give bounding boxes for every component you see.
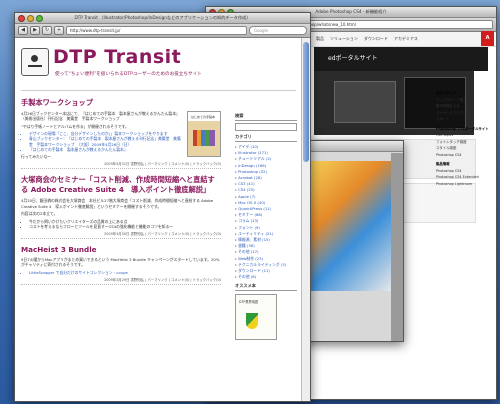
site-title[interactable]: DTP Transit	[53, 46, 181, 68]
forward-icon[interactable]: ▶	[30, 26, 40, 35]
dtp-window-title: DTP Transit （Illustrator/Photoshop/InDes…	[74, 15, 251, 20]
blog-post: 大塚商会のセミナー「コスト削減、作成時間短縮へと直結する Adobe Creat…	[21, 175, 221, 240]
dtp-titlebar[interactable]: DTP Transit （Illustrator/Photoshop/InDes…	[15, 13, 310, 24]
photoshop-window[interactable]	[296, 140, 404, 342]
layers-panel[interactable]	[391, 153, 403, 341]
post-link[interactable]: LittleSnapper で自分だけのサイトコレクション : coupe	[29, 270, 221, 275]
adobe-side-link[interactable]: サポート	[436, 116, 494, 123]
post-title[interactable]: 大塚商会のセミナー「コスト削減、作成時間短縮へと直結する Adobe Creat…	[21, 175, 221, 195]
post-link-list: LittleSnapper で自分だけのサイトコレクション : coupe	[21, 270, 221, 275]
search-heading: 検索	[235, 113, 297, 121]
adobe-nav-item[interactable]: アカデミアス	[394, 36, 418, 42]
adobe-side-link[interactable]: Photoshop CS4	[436, 152, 494, 159]
vertical-scrollbar[interactable]	[301, 38, 310, 401]
adobe-sidebar: 次のステップ アップグレード購入 販売情報を入手 ライセンスプログラム サポート…	[436, 87, 494, 187]
post-meta[interactable]: 2009年3月31日 書野知弘 | パーマリンク | コメント(0) | トラッ…	[21, 161, 221, 170]
adobe-banner: edポータルサイト	[314, 47, 488, 71]
blog-post: MacHeist 3 Bundle 9日7火曜からMacアプリがまとめ買いできる…	[21, 245, 221, 286]
site-logo-icon[interactable]	[21, 48, 49, 76]
sidebar-search-input[interactable]	[235, 123, 297, 131]
recommended-book-title: DTP業界用語	[239, 300, 259, 305]
blog-post: 手製本ワークショップ はじめての手製本 4月26日ブックセンター本店にて、『はじ…	[21, 98, 221, 170]
header-divider	[21, 90, 296, 91]
post-meta[interactable]: 2009年3月30日 書野知弘 | パーマリンク | コメント(0) | トラッ…	[21, 231, 221, 240]
dtp-address-bar[interactable]: http://www.dtp-transit.jp/	[66, 26, 247, 35]
reload-icon[interactable]: ↻	[42, 26, 52, 35]
dtp-browser-window[interactable]: DTP Transit （Illustrator/Photoshop/InDes…	[14, 12, 311, 402]
site-header: DTP Transit 使って“ちょい便利”を扱いられるDTPユーザーのためのお…	[21, 40, 296, 98]
scrollbar-thumb[interactable]	[303, 42, 309, 162]
post-title[interactable]: MacHeist 3 Bundle	[21, 245, 221, 254]
post-text: 4月20日、飯田橋の株式会社大塚商会 本社ビル27階大塚商会「コスト削減、作成時…	[21, 198, 214, 209]
book-cover-title: はじめての手製本	[191, 115, 216, 119]
adobe-nav-item[interactable]: ソリューション	[330, 36, 358, 42]
book-cover-image[interactable]: はじめての手製本	[187, 111, 221, 157]
post-text: 内容は次の2本立て。	[21, 211, 58, 217]
category-heading: カテゴリ	[235, 134, 297, 142]
recommended-books-heading: オススメ本	[235, 283, 297, 292]
post-meta[interactable]: 2009年3月29日 書野知弘 | パーマリンク | コメント(0) | トラッ…	[21, 277, 221, 286]
post-title[interactable]: 手製本ワークショップ	[21, 98, 221, 108]
post-bullet-list: 今だから問いかけたいクリエイターズの品質の上にある点 コストを考えるならフローと…	[21, 219, 221, 229]
adobe-logo[interactable]: A	[481, 31, 494, 46]
add-bookmark-icon[interactable]: +	[54, 26, 64, 35]
site-subtitle: 使って“ちょい便利”を扱いられるDTPユーザーのためのお役立ちサイト	[55, 72, 202, 77]
search-field[interactable]: Google	[249, 26, 307, 35]
post-text: 9日7火曜からMacアプリがまとめ買いできるという MacHeist 3 Bun…	[21, 257, 220, 268]
main-column: 手製本ワークショップ はじめての手製本 4月26日ブックセンター本店にて、『はじ…	[21, 98, 221, 291]
document-canvas[interactable]	[307, 161, 393, 291]
adobe-nav-item[interactable]: 製品	[316, 36, 324, 42]
category-list: アイデ (10) Illustrator (171) チュートリアル (2) I…	[235, 144, 297, 280]
sidebar: 検索 カテゴリ アイデ (10) Illustrator (171) チュートリ…	[235, 110, 297, 341]
post-bullet: コストを考えるならフローとツールを見直す〜CS4の強化機能と機能のコツを知る〜	[29, 224, 221, 229]
page-content: DTP Transit 使って“ちょい便利”を扱いられるDTPユーザーのためのお…	[15, 38, 302, 401]
beginner-mark-icon	[246, 313, 258, 330]
photoshop-titlebar[interactable]	[297, 141, 403, 152]
back-icon[interactable]: ◀	[18, 26, 28, 35]
category-item[interactable]: その他 (8)	[235, 274, 297, 280]
adobe-nav-item[interactable]: ダウンロード	[364, 36, 388, 42]
adobe-side-link[interactable]: Photoshop Lightroom	[436, 181, 494, 188]
recommended-book-cover[interactable]: DTP業界用語	[235, 294, 277, 341]
